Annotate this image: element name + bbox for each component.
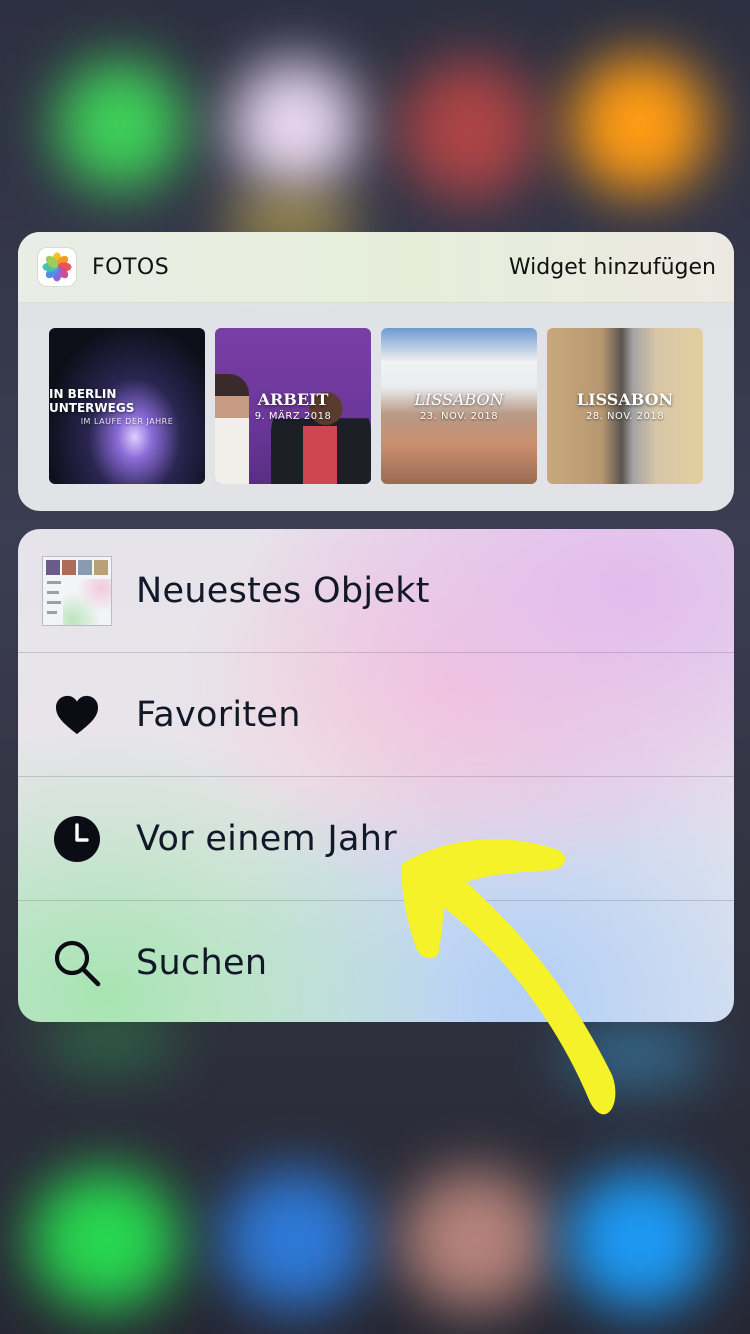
memory-title: ARBEIT — [257, 390, 329, 409]
blurred-app-icon — [230, 60, 360, 190]
memory-subtitle: IM LAUFE DER JAHRE — [80, 416, 174, 426]
memory-tile[interactable]: LISSABON 28. NOV. 2018 — [547, 328, 703, 484]
quick-action-label: Suchen — [136, 942, 268, 983]
search-icon — [18, 938, 136, 988]
quick-action-recent[interactable]: Neuestes Objekt — [18, 529, 734, 653]
blurred-app-icon — [55, 60, 185, 190]
photos-widget[interactable]: FOTOS Widget hinzufügen IN BERLIN UNTERW… — [18, 232, 734, 511]
memories-tiles: IN BERLIN UNTERWEGS IM LAUFE DER JAHRE A… — [49, 328, 703, 484]
memory-subtitle: 28. NOV. 2018 — [585, 411, 665, 422]
quick-action-favorites[interactable]: Favoriten — [18, 653, 734, 777]
quick-action-label: Favoriten — [136, 694, 301, 735]
quick-action-label: Neuestes Objekt — [136, 570, 430, 611]
blurred-app-icon — [400, 60, 540, 200]
widget-app-name: FOTOS — [92, 254, 170, 280]
recent-photo-thumbnail-icon — [18, 555, 136, 626]
annotation-arrow-icon — [401, 839, 616, 1115]
blurred-app-icon — [570, 55, 710, 195]
memory-title: LISSABON — [414, 390, 504, 409]
memory-subtitle: 23. NOV. 2018 — [419, 411, 499, 422]
blurred-dock-icon — [565, 1170, 715, 1310]
widget-header: FOTOS Widget hinzufügen — [18, 232, 734, 303]
blurred-dock-icon — [30, 1170, 180, 1310]
memory-title: IN BERLIN UNTERWEGS — [49, 386, 135, 415]
clock-icon — [18, 815, 136, 863]
photos-app-icon — [38, 248, 76, 286]
memory-title: LISSABON — [576, 390, 674, 409]
memory-tile[interactable]: ARBEIT 9. MÄRZ 2018 — [215, 328, 371, 484]
add-widget-button[interactable]: Widget hinzufügen — [509, 255, 716, 280]
memory-tile[interactable]: LISSABON 23. NOV. 2018 — [381, 328, 537, 484]
photo-subject — [303, 426, 337, 484]
memory-tile[interactable]: IN BERLIN UNTERWEGS IM LAUFE DER JAHRE — [49, 328, 205, 484]
blurred-dock-icon — [220, 1170, 370, 1310]
heart-icon — [18, 694, 136, 736]
quick-action-label: Vor einem Jahr — [136, 818, 397, 859]
photo-subject — [215, 374, 249, 484]
blurred-dock-icon — [400, 1170, 550, 1310]
memory-subtitle: 9. MÄRZ 2018 — [254, 411, 332, 422]
